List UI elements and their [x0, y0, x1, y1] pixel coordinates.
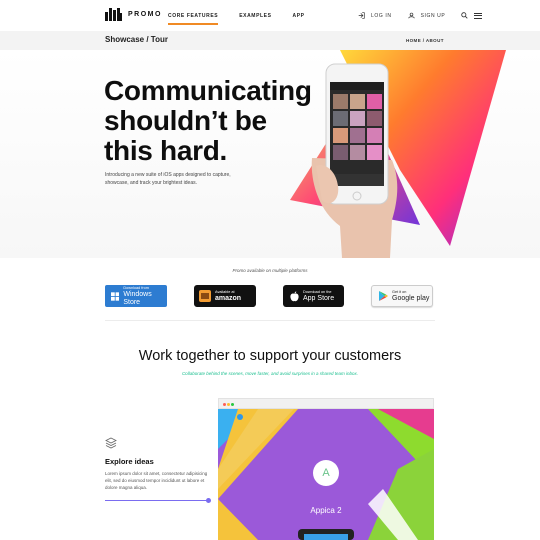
platforms-label: Promo available on multiple platforms [232, 268, 308, 273]
nav-core-features[interactable]: CORE FEATURES [168, 13, 219, 25]
main-menu: CORE FEATURES EXAMPLES APP [168, 13, 326, 25]
browser-close-dot [223, 403, 226, 406]
top-navigation: PROMO CORE FEATURES EXAMPLES APP LOG IN … [0, 0, 540, 31]
browser-minimize-dot [227, 403, 230, 406]
section-subtitle: Collaborate behind the scenes, move fast… [181, 371, 359, 376]
hero-section: Communicating shouldn’t be this hard. In… [0, 50, 540, 258]
section-title: Work together to support your customers [138, 348, 402, 364]
browser-toolbar [218, 398, 434, 409]
feature-progress-line [105, 500, 208, 501]
login-icon [358, 12, 365, 19]
app-name: Appica 2 [310, 506, 342, 515]
feature-progress-dot[interactable] [206, 498, 211, 503]
windows-store-badge[interactable]: Download from Windows Store [105, 285, 167, 307]
store-name: Google play [392, 294, 430, 302]
store-small-label: Download on the [303, 289, 332, 294]
signup-icon [407, 12, 415, 19]
menu-icon[interactable] [474, 12, 483, 19]
browser-preview: A Appica 2 [218, 398, 434, 540]
breadcrumb[interactable]: HOME / ABOUT [406, 38, 444, 43]
amazon-store-badge[interactable]: Available at amazon [194, 285, 256, 307]
hero-illustration [290, 50, 506, 258]
section-divider [105, 320, 435, 321]
brand-name: PROMO [128, 11, 162, 18]
brand-logo[interactable]: PROMO [105, 8, 162, 21]
layers-icon [105, 437, 117, 449]
breadcrumb-bar: Showcase / Tour HOME / ABOUT [0, 31, 540, 50]
logo-icon [105, 8, 122, 21]
feature-title: Explore ideas [105, 457, 154, 466]
hero-subtitle: Introducing a new suite of iOS apps desi… [105, 172, 231, 186]
app-store-badge[interactable]: Download on the App Store [283, 285, 344, 307]
store-name: Windows Store [123, 290, 152, 306]
signup-link[interactable]: SIGN UP [421, 13, 446, 19]
store-name: App Store [303, 294, 335, 302]
apple-icon [290, 290, 299, 301]
account-links: LOG IN SIGN UP [358, 12, 483, 19]
nav-examples[interactable]: EXAMPLES [239, 13, 271, 24]
windows-icon [111, 291, 120, 301]
browser-maximize-dot [231, 403, 234, 406]
search-icon[interactable] [461, 12, 468, 19]
amazon-app-icon [199, 290, 211, 302]
login-link[interactable]: LOG IN [371, 13, 392, 19]
store-name: amazon [215, 294, 242, 302]
avatar: A [313, 460, 339, 486]
nav-app[interactable]: APP [293, 13, 305, 24]
google-play-icon [379, 291, 388, 301]
feature-text: Lorem ipsum dolor sit amet, consectetur … [105, 471, 208, 490]
page-title: Showcase / Tour [105, 35, 168, 44]
google-play-badge[interactable]: Get it on Google play [371, 285, 433, 307]
